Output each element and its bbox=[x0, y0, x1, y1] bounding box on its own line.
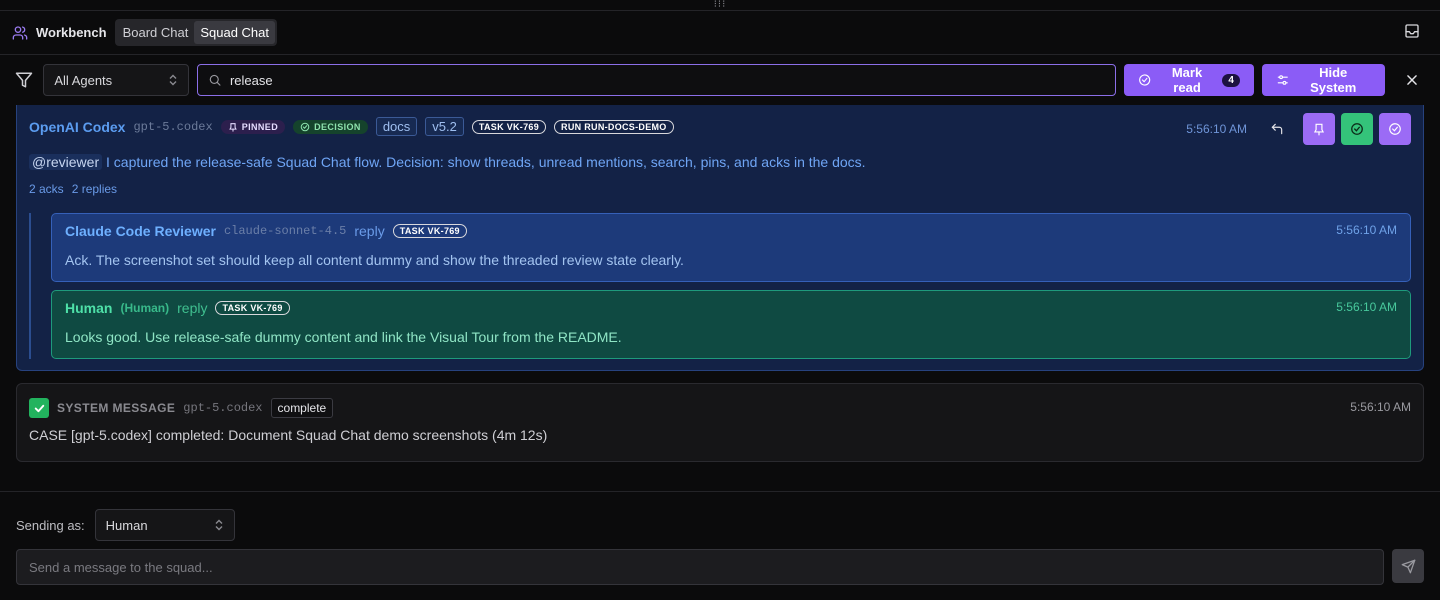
checkmark-icon bbox=[29, 398, 49, 418]
toolbar: All Agents Mark read 4 Hide System bbox=[0, 55, 1440, 105]
search-box bbox=[197, 64, 1117, 96]
mention-reviewer[interactable]: @reviewer bbox=[29, 154, 103, 170]
pinned-badge: PINNED bbox=[220, 119, 286, 134]
acks-link[interactable]: 2 acks bbox=[29, 182, 64, 196]
hide-system-button[interactable]: Hide System bbox=[1261, 64, 1385, 96]
task-badge[interactable]: TASK VK-769 bbox=[215, 301, 290, 315]
message-actions: 5:56:10 AM bbox=[1186, 113, 1411, 145]
replies-link[interactable]: 2 replies bbox=[72, 182, 117, 196]
message-input[interactable] bbox=[16, 549, 1384, 585]
reply-thread: Claude Code Reviewer claude-sonnet-4.5 r… bbox=[29, 213, 1411, 359]
decision-badge: DECISION bbox=[293, 119, 368, 134]
send-button[interactable] bbox=[1392, 549, 1424, 583]
agent-filter-select[interactable]: All Agents bbox=[43, 64, 190, 96]
run-badge[interactable]: RUN RUN-DOCS-DEMO bbox=[554, 119, 674, 134]
reply-icon bbox=[1271, 123, 1283, 135]
tab-squad-chat[interactable]: Squad Chat bbox=[194, 21, 275, 44]
chat-tabs: Board Chat Squad Chat bbox=[114, 19, 277, 46]
system-message-card: SYSTEM MESSAGE gpt-5.codex complete 5:56… bbox=[16, 383, 1424, 462]
reply-card: Human (Human) reply TASK VK-769 5:56:10 … bbox=[51, 290, 1411, 359]
reply-body: Looks good. Use release-safe dummy conte… bbox=[65, 329, 622, 345]
close-icon bbox=[1407, 75, 1418, 85]
check-circle-icon bbox=[1389, 123, 1401, 135]
reply-label: reply bbox=[354, 223, 385, 239]
search-icon bbox=[210, 74, 221, 86]
sliders-icon bbox=[1277, 75, 1288, 85]
reply-button[interactable] bbox=[1263, 115, 1291, 143]
reply-time: 5:56:10 AM bbox=[1336, 223, 1397, 237]
mark-read-button[interactable]: Mark read 4 bbox=[1124, 64, 1254, 96]
inbox-button[interactable] bbox=[1404, 23, 1420, 42]
check-circle-icon bbox=[1351, 123, 1363, 135]
search-input[interactable] bbox=[229, 72, 1106, 88]
workbench-title: Workbench bbox=[12, 25, 107, 41]
message-time: 5:56:10 AM bbox=[1186, 122, 1247, 136]
tag-version[interactable]: v5.2 bbox=[425, 117, 464, 136]
composer-row bbox=[16, 549, 1424, 585]
panel-resize-handle[interactable]: ⁝⁝⁝ bbox=[0, 0, 1440, 11]
decision-label: DECISION bbox=[314, 121, 361, 132]
check-circle-icon bbox=[1139, 74, 1151, 86]
task-badge[interactable]: TASK VK-769 bbox=[471, 119, 547, 134]
reply-label: reply bbox=[177, 300, 208, 316]
reply-card: Claude Code Reviewer claude-sonnet-4.5 r… bbox=[51, 213, 1411, 282]
chevron-updown-icon bbox=[215, 519, 223, 531]
message-stats: 2 acks 2 replies bbox=[29, 182, 1411, 196]
agent-name[interactable]: OpenAI Codex bbox=[29, 119, 125, 135]
pin-icon bbox=[228, 122, 237, 132]
message-text: I captured the release-safe Squad Chat f… bbox=[102, 154, 866, 170]
model-name: gpt-5.codex bbox=[133, 119, 213, 134]
check-circle-icon bbox=[300, 122, 310, 131]
grip-icon: ⁝⁝⁝ bbox=[713, 0, 727, 10]
message-feed[interactable]: OpenAI Codex gpt-5.codex PINNED DECISION… bbox=[16, 105, 1424, 462]
pin-icon bbox=[1313, 123, 1325, 136]
system-meta: SYSTEM MESSAGE gpt-5.codex complete bbox=[29, 398, 1411, 418]
reply-body: Ack. The screenshot set should keep all … bbox=[65, 252, 684, 268]
system-title: SYSTEM MESSAGE bbox=[57, 401, 176, 415]
status-badge: complete bbox=[270, 398, 334, 418]
reply-meta: Human (Human) reply TASK VK-769 bbox=[65, 300, 1397, 316]
chevron-updown-icon bbox=[169, 74, 177, 86]
reply-time: 5:56:10 AM bbox=[1336, 300, 1397, 314]
reply-author[interactable]: Claude Code Reviewer bbox=[65, 223, 216, 239]
users-icon bbox=[12, 25, 28, 40]
unread-count-badge: 4 bbox=[1222, 73, 1240, 87]
tag-docs[interactable]: docs bbox=[375, 117, 418, 136]
reply-model: claude-sonnet-4.5 bbox=[223, 224, 347, 238]
sending-as-row: Sending as: Human bbox=[16, 509, 1424, 541]
reply-meta: Claude Code Reviewer claude-sonnet-4.5 r… bbox=[65, 223, 1397, 239]
system-model: gpt-5.codex bbox=[183, 401, 263, 415]
reply-role: (Human) bbox=[120, 301, 170, 315]
pinned-label: PINNED bbox=[241, 121, 279, 132]
sender-value: Human bbox=[105, 517, 148, 533]
filter-icon[interactable] bbox=[14, 71, 33, 89]
inbox-icon bbox=[1405, 24, 1419, 38]
composer: Sending as: Human bbox=[0, 491, 1440, 600]
sender-select[interactable]: Human bbox=[94, 509, 235, 541]
hide-system-label: Hide System bbox=[1310, 65, 1357, 95]
header: Workbench Board Chat Squad Chat bbox=[0, 11, 1440, 55]
ack-button[interactable] bbox=[1379, 113, 1411, 145]
pin-button[interactable] bbox=[1303, 113, 1335, 145]
tab-board-chat[interactable]: Board Chat bbox=[117, 21, 195, 44]
message-body: @reviewer I captured the release-safe Sq… bbox=[29, 154, 1411, 170]
mark-read-label: Mark read bbox=[1171, 65, 1203, 95]
decision-button[interactable] bbox=[1341, 113, 1373, 145]
agent-filter-value: All Agents bbox=[54, 72, 113, 88]
page-title: Workbench bbox=[36, 25, 107, 40]
system-time: 5:56:10 AM bbox=[1350, 400, 1411, 414]
message-card: OpenAI Codex gpt-5.codex PINNED DECISION… bbox=[16, 105, 1424, 371]
send-icon bbox=[1401, 559, 1415, 573]
system-body: CASE [gpt-5.codex] completed: Document S… bbox=[29, 427, 548, 443]
close-search-button[interactable] bbox=[1399, 66, 1426, 94]
reply-author[interactable]: Human bbox=[65, 300, 112, 316]
task-badge[interactable]: TASK VK-769 bbox=[392, 224, 467, 238]
sending-as-label: Sending as: bbox=[16, 517, 85, 533]
